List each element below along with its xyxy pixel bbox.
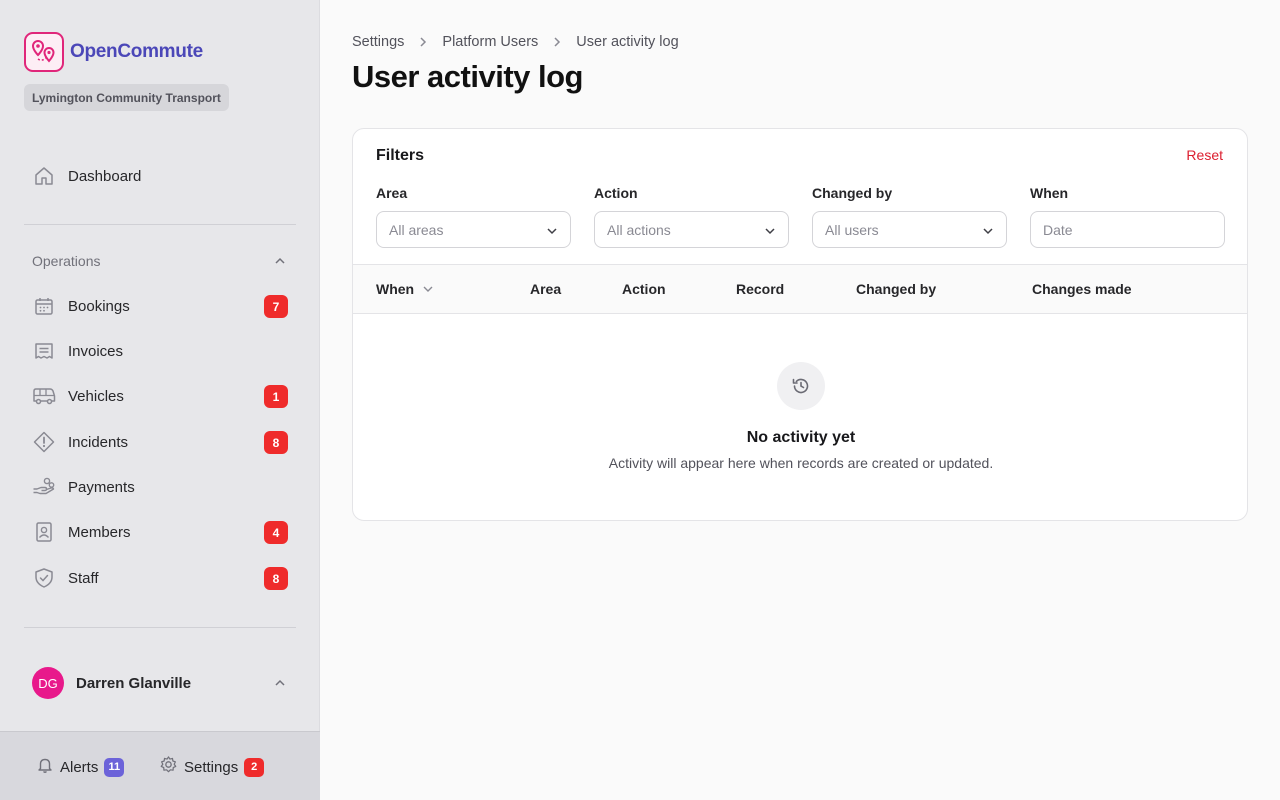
settings-button[interactable]: Settings 2 <box>159 755 265 779</box>
history-icon <box>777 362 825 410</box>
page-title: User activity log <box>352 59 583 94</box>
organisation-badge[interactable]: Lymington Community Transport <box>24 84 229 111</box>
breadcrumb-settings[interactable]: Settings <box>352 34 404 50</box>
column-header-area[interactable]: Area <box>530 281 561 297</box>
reset-filters-link[interactable]: Reset <box>1186 147 1223 163</box>
changed-by-filter-label: Changed by <box>812 185 893 201</box>
staff-count-badge: 8 <box>264 567 288 590</box>
column-header-when[interactable]: When <box>376 281 434 297</box>
vehicles-count-badge: 1 <box>264 385 288 408</box>
alerts-label: Alerts <box>60 758 99 776</box>
activity-log-card: Filters Reset Area All areas Action All … <box>352 128 1248 521</box>
chevron-right-icon <box>552 36 562 48</box>
when-filter-label: When <box>1030 185 1069 201</box>
area-filter-select[interactable]: All areas <box>376 211 571 248</box>
avatar: DG <box>32 667 64 699</box>
sidebar-footer: Alerts 11 Settings 2 <box>0 731 320 800</box>
receipt-icon <box>32 340 56 362</box>
filters-title: Filters <box>376 147 425 164</box>
incidents-count-badge: 8 <box>264 431 288 454</box>
user-menu[interactable]: DG Darren Glanville <box>24 664 296 702</box>
area-filter-value: All areas <box>389 221 444 238</box>
empty-state-title: No activity yet <box>746 429 856 446</box>
hand-coins-icon <box>32 476 56 498</box>
breadcrumb-platform-users[interactable]: Platform Users <box>442 34 538 50</box>
gear-icon <box>159 755 178 779</box>
shield-check-icon <box>32 567 56 589</box>
user-name: Darren Glanville <box>76 674 192 692</box>
settings-label: Settings <box>184 758 239 776</box>
sidebar-item-staff[interactable]: Staff 8 <box>24 558 296 598</box>
sidebar-item-label: Dashboard <box>68 167 142 185</box>
action-filter-select[interactable]: All actions <box>594 211 789 248</box>
sidebar-item-label: Incidents <box>68 433 129 451</box>
empty-state-text: Activity will appear here when records a… <box>608 455 994 471</box>
date-filter-placeholder: Date <box>1043 221 1073 238</box>
sidebar-item-invoices[interactable]: Invoices <box>24 331 296 371</box>
chevron-right-icon <box>418 36 428 48</box>
chevron-down-icon <box>982 224 994 240</box>
column-header-changes-made[interactable]: Changes made <box>1032 281 1132 297</box>
sidebar-item-label: Staff <box>68 569 99 587</box>
sidebar-item-payments[interactable]: Payments <box>24 467 296 507</box>
sidebar-item-label: Bookings <box>68 297 130 315</box>
bus-icon <box>32 385 56 407</box>
warning-icon <box>32 431 56 453</box>
section-label: Operations <box>32 253 101 269</box>
home-icon <box>32 165 56 187</box>
action-filter-value: All actions <box>607 221 671 238</box>
sidebar: OpenCommute Lymington Community Transpor… <box>0 0 320 800</box>
logo-map-pins-icon <box>24 32 64 72</box>
sidebar-divider <box>24 224 296 225</box>
chevron-up-icon <box>274 254 286 272</box>
sidebar-item-label: Members <box>68 523 131 541</box>
sidebar-item-incidents[interactable]: Incidents 8 <box>24 422 296 462</box>
brand-name: OpenCommute <box>70 41 203 62</box>
column-label: Area <box>530 281 562 297</box>
sidebar-item-members[interactable]: Members 4 <box>24 512 296 552</box>
date-filter-input[interactable]: Date <box>1030 211 1225 248</box>
sidebar-item-label: Vehicles <box>68 387 124 405</box>
column-label: Action <box>622 281 666 297</box>
column-header-changed-by[interactable]: Changed by <box>856 281 936 297</box>
chevron-down-icon <box>546 224 558 240</box>
column-label: Changes made <box>1032 281 1132 297</box>
sidebar-item-label: Payments <box>68 478 135 496</box>
sidebar-item-vehicles[interactable]: Vehicles 1 <box>24 376 296 416</box>
chevron-down-icon <box>764 224 776 240</box>
changed-by-filter-value: All users <box>825 221 879 238</box>
column-label: When <box>376 281 415 297</box>
member-card-icon <box>32 521 56 543</box>
sidebar-item-label: Invoices <box>68 342 124 360</box>
sort-chevron-down-icon <box>422 283 434 295</box>
column-label: Record <box>736 281 785 297</box>
sidebar-item-bookings[interactable]: Bookings 7 <box>24 286 296 326</box>
operations-section-toggle[interactable]: Operations <box>24 248 296 274</box>
settings-count-badge: 2 <box>244 757 265 777</box>
action-filter-label: Action <box>594 185 638 201</box>
alerts-button[interactable]: Alerts 11 <box>36 756 125 779</box>
breadcrumb: Settings Platform Users User activity lo… <box>352 33 679 51</box>
chevron-up-icon <box>274 676 286 694</box>
table-header: When Area Action Record Changed by Chang… <box>353 264 1247 314</box>
area-filter-label: Area <box>376 185 408 201</box>
breadcrumb-current: User activity log <box>576 34 679 50</box>
column-header-action[interactable]: Action <box>622 281 666 297</box>
members-count-badge: 4 <box>264 521 288 544</box>
bookings-count-badge: 7 <box>264 295 288 318</box>
sidebar-item-dashboard[interactable]: Dashboard <box>24 156 296 196</box>
bell-icon <box>36 756 54 779</box>
sidebar-divider <box>24 627 296 628</box>
brand[interactable]: OpenCommute <box>24 32 203 72</box>
column-header-record[interactable]: Record <box>736 281 784 297</box>
changed-by-filter-select[interactable]: All users <box>812 211 1007 248</box>
alerts-count-badge: 11 <box>104 757 125 777</box>
column-label: Changed by <box>856 281 937 297</box>
calendar-icon <box>32 295 56 317</box>
